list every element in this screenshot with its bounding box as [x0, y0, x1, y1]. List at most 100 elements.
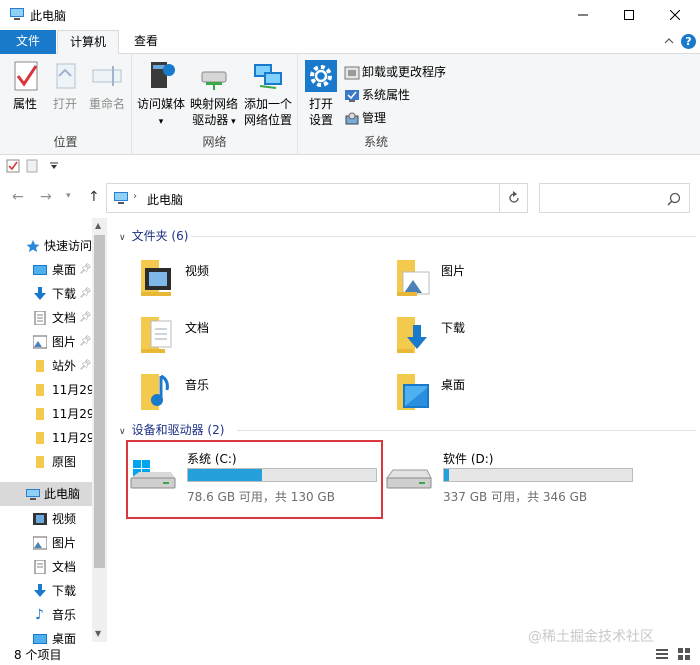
chevron-down-icon: ∨ [119, 233, 126, 243]
add-network-location-button[interactable]: 添加一个 网络位置 [240, 58, 296, 128]
nav-label: 11月29 [52, 431, 92, 445]
folders-section-header[interactable]: ∨ 文件夹 (6) [107, 226, 700, 246]
nav-item-folder[interactable]: 11月29 [0, 426, 92, 450]
nav-label: 下载 [52, 584, 77, 598]
breadcrumb-this-pc[interactable]: 此电脑 [147, 191, 183, 208]
folder-music[interactable]: 音乐 [137, 368, 377, 418]
search-box[interactable] [539, 183, 690, 213]
nav-this-pc[interactable]: 此电脑 [0, 482, 92, 506]
close-button[interactable] [652, 0, 698, 30]
up-arrow-icon[interactable]: ↑ [88, 189, 100, 205]
desktop-icon [33, 265, 47, 275]
refresh-icon [508, 191, 519, 203]
desktop-icon [33, 634, 47, 644]
rename-button[interactable]: 重命名 [84, 58, 130, 112]
nav-item-folder[interactable]: 原图 [0, 450, 92, 474]
tab-view[interactable]: 查看 [124, 30, 168, 54]
map-drive-label-2: 驱动器 [192, 113, 229, 127]
nav-quick-access[interactable]: 快速访问 [0, 234, 92, 258]
nav-item-pictures[interactable]: 图片 📌︎ [0, 330, 92, 354]
download-folder-icon [397, 317, 427, 353]
quick-access-toolbar [0, 155, 700, 177]
maximize-icon [624, 10, 634, 20]
section-title: 设备和驱动器 (2) [131, 423, 225, 437]
tab-computer[interactable]: 计算机 [57, 30, 119, 55]
tab-file[interactable]: 文件 [0, 30, 56, 54]
video-icon [33, 513, 47, 525]
system-properties-button[interactable]: 系统属性 [344, 85, 410, 105]
folder-videos[interactable]: 视频 [137, 254, 377, 304]
document-icon [34, 560, 46, 574]
folder-pictures[interactable]: 图片 [393, 254, 633, 304]
folder-icon [36, 384, 44, 396]
section-title: 文件夹 (6) [131, 229, 189, 243]
system-properties-icon [345, 89, 359, 102]
properties-button[interactable]: 属性 [6, 58, 44, 112]
scroll-thumb[interactable] [94, 235, 105, 568]
folder-label: 文档 [185, 321, 210, 335]
folder-documents[interactable]: 文档 [137, 311, 377, 361]
forward-arrow-icon[interactable]: → [40, 189, 52, 205]
maximize-button[interactable] [606, 0, 652, 30]
back-arrow-icon[interactable]: ← [12, 189, 24, 205]
download-arrow-icon [34, 584, 46, 597]
chevron-down-icon: ∨ [119, 427, 126, 437]
minimize-button[interactable] [560, 0, 606, 30]
scroll-down-icon[interactable]: ▼ [95, 629, 101, 638]
help-icon[interactable]: ? [681, 34, 696, 49]
nav-pc-videos[interactable]: 视频 [0, 507, 92, 531]
new-folder-quick-icon[interactable] [26, 159, 38, 173]
manage-icon [345, 112, 359, 124]
open-settings-button[interactable]: 打开 设置 [300, 58, 342, 128]
document-folder-icon [141, 317, 172, 353]
nav-scrollbar[interactable]: ▲ ▼ [92, 218, 107, 642]
nav-label: 下载 [52, 287, 77, 301]
open-button[interactable]: 打开 [46, 58, 84, 112]
nav-item-desktop[interactable]: 桌面 📌︎ [0, 258, 92, 282]
uninstall-button[interactable]: 卸载或更改程序 [344, 62, 446, 82]
drive-d[interactable]: 软件 (D:) 337 GB 可用，共 346 GB [385, 444, 635, 504]
drives-section-header[interactable]: ∨ 设备和驱动器 (2) [107, 420, 700, 440]
desktop-folder-icon [397, 374, 429, 410]
section-divider [237, 430, 696, 431]
settings-gear-icon [305, 60, 337, 92]
map-drive-label-1: 映射网络 [189, 97, 238, 111]
nav-item-downloads[interactable]: 下载 📌︎ [0, 282, 92, 306]
folder-desktop[interactable]: 桌面 [393, 368, 633, 418]
access-media-button[interactable]: 访问媒体 ▾ [134, 58, 188, 130]
nav-pc-desktop[interactable]: 桌面 [0, 627, 92, 644]
folder-downloads[interactable]: 下载 [393, 311, 633, 361]
nav-item-folder[interactable]: 11月29 [0, 402, 92, 426]
nav-pc-documents[interactable]: 文档 [0, 555, 92, 579]
ribbon-group-label: 系统 [363, 135, 388, 149]
properties-quick-icon[interactable] [6, 159, 20, 173]
ribbon-group-label: 网络 [202, 135, 227, 149]
customize-toolbar-icon[interactable] [50, 162, 58, 170]
refresh-button[interactable] [500, 183, 528, 213]
nav-label: 视频 [52, 512, 77, 526]
nav-item-folder[interactable]: 站外 📌︎ [0, 354, 92, 378]
window-title: 此电脑 [30, 9, 67, 23]
address-bar[interactable]: › 此电脑 [106, 183, 500, 213]
nav-label: 站外 [52, 359, 77, 373]
view-mode-icons[interactable] [656, 647, 696, 661]
scroll-up-icon[interactable]: ▲ [95, 221, 101, 230]
nav-item-documents[interactable]: 文档 📌︎ [0, 306, 92, 330]
nav-pc-pictures[interactable]: 图片 [0, 531, 92, 555]
nav-label: 原图 [52, 455, 77, 469]
chevron-up-icon[interactable] [663, 35, 675, 47]
recent-locations-icon[interactable]: ▾ [66, 191, 71, 201]
open-settings-label-1: 打开 [308, 97, 333, 111]
pin-icon: 📌︎ [79, 312, 92, 323]
close-icon [670, 10, 680, 20]
title-bar: 此电脑 [0, 0, 700, 30]
uninstall-icon [344, 66, 360, 79]
ribbon-group-label: 位置 [53, 135, 78, 149]
nav-item-folder[interactable]: 11月29 [0, 378, 92, 402]
nav-pc-music[interactable]: ♪ 音乐 [0, 603, 92, 627]
breadcrumb-separator-icon[interactable]: › [133, 191, 137, 202]
ribbon-tabs: 文件 计算机 查看 ? [0, 30, 700, 55]
nav-pc-downloads[interactable]: 下载 [0, 579, 92, 603]
manage-button[interactable]: 管理 [344, 108, 386, 128]
map-network-drive-button[interactable]: 映射网络 驱动器 ▾ [188, 58, 240, 130]
